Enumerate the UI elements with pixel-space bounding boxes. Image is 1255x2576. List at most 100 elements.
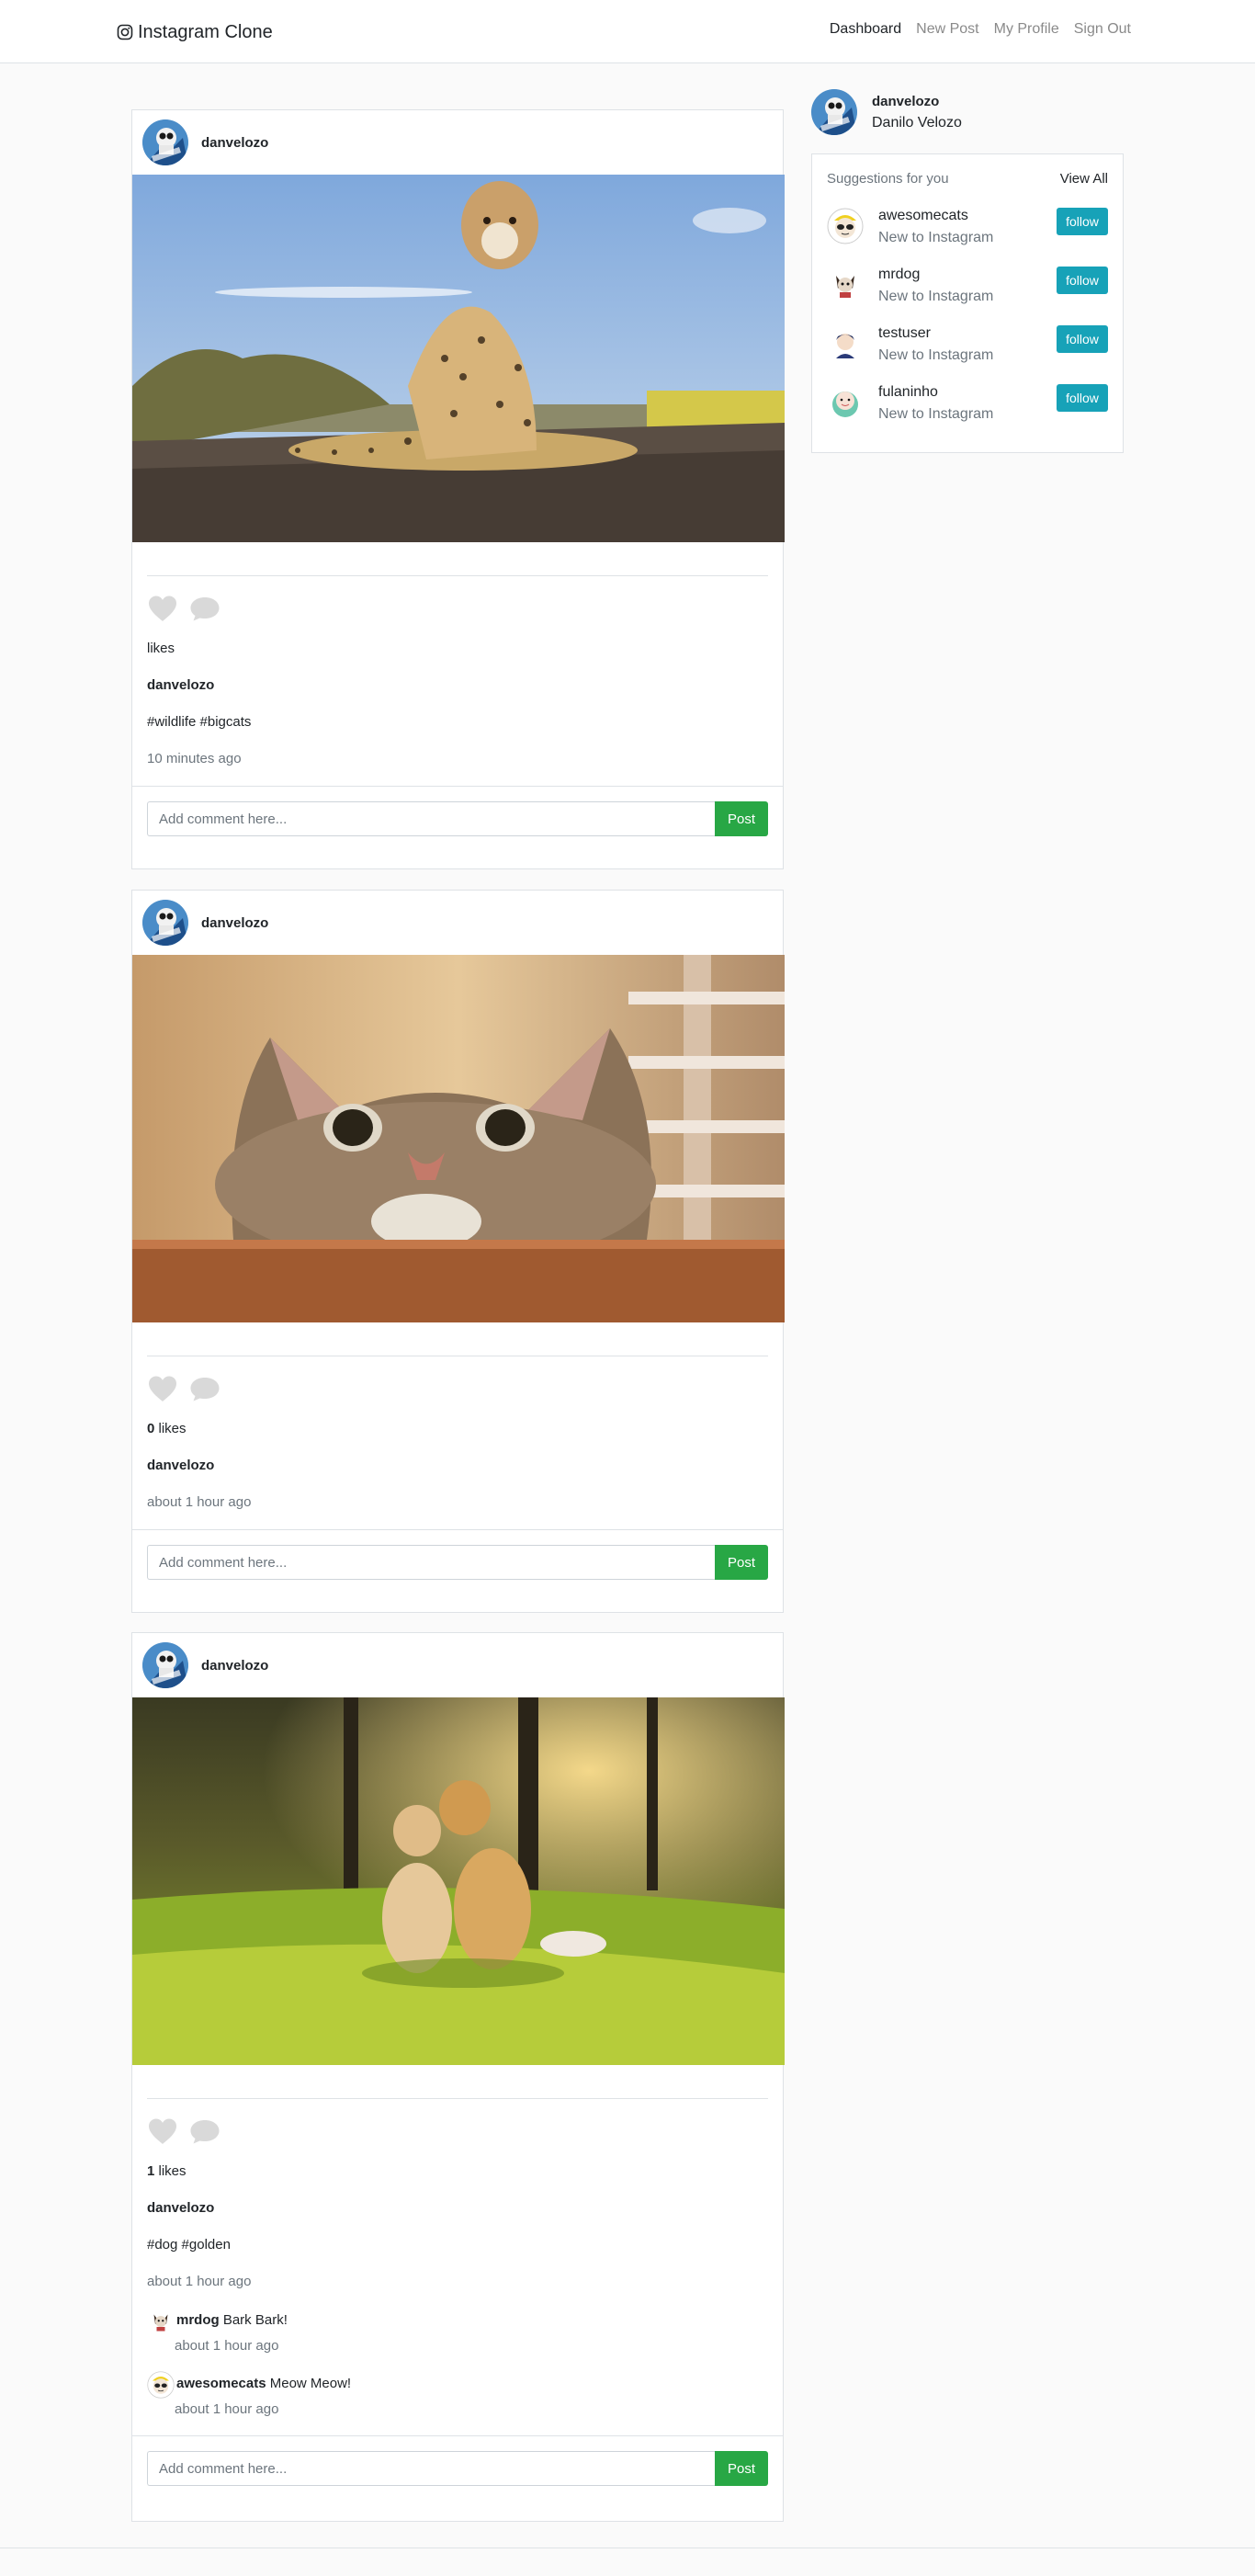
profile-username[interactable]: danvelozo bbox=[872, 94, 962, 109]
comment-body: Bark Bark! bbox=[219, 2312, 288, 2328]
suggestion-username[interactable]: mrdog bbox=[878, 267, 1057, 283]
suggestion-item: testuser New to Instagram follow bbox=[827, 325, 1108, 364]
comment-icon[interactable] bbox=[189, 2117, 220, 2145]
comment-form: Post bbox=[132, 786, 783, 849]
post-caption: #wildlife #bigcats bbox=[147, 714, 252, 730]
post-body: likes danvelozo #wildlife #bigcats 10 mi… bbox=[132, 542, 783, 786]
divider bbox=[147, 575, 768, 576]
comment-input[interactable] bbox=[147, 1545, 715, 1580]
suggestion-item: awesomecats New to Instagram follow bbox=[827, 208, 1108, 246]
current-user-profile: danvelozo Danilo Velozo bbox=[811, 89, 962, 135]
suggestion-username[interactable]: awesomecats bbox=[878, 208, 1057, 224]
post-author[interactable]: danvelozo bbox=[147, 1458, 768, 1474]
suggestion-info: testuser New to Instagram bbox=[878, 325, 1057, 364]
avatar[interactable] bbox=[142, 900, 188, 946]
profile-avatar[interactable] bbox=[811, 89, 857, 135]
comment-user[interactable]: awesomecats bbox=[176, 2376, 266, 2391]
suggestion-info: fulaninho New to Instagram bbox=[878, 384, 1057, 423]
suggestions-panel: Suggestions for you View All awesomecats… bbox=[811, 153, 1124, 453]
post-image bbox=[132, 955, 785, 1322]
post-username[interactable]: danvelozo bbox=[201, 1658, 268, 1674]
post-caption: #dog #golden bbox=[147, 2237, 231, 2253]
comment-user[interactable]: mrdog bbox=[176, 2312, 220, 2328]
profile-info: danvelozo Danilo Velozo bbox=[872, 94, 962, 131]
avatar[interactable] bbox=[142, 119, 188, 165]
nav-sign-out[interactable]: Sign Out bbox=[1074, 21, 1131, 38]
comment-item: awesomecats Meow Meow! about 1 hour ago bbox=[147, 2376, 768, 2417]
avatar[interactable] bbox=[142, 1642, 188, 1688]
comment-time: about 1 hour ago bbox=[175, 2401, 279, 2417]
post-username[interactable]: danvelozo bbox=[201, 915, 268, 931]
post-image bbox=[132, 1697, 785, 2065]
view-all-link[interactable]: View All bbox=[1060, 171, 1108, 187]
likes-count: likes bbox=[147, 641, 768, 657]
post-body: 0 likes danvelozo about 1 hour ago bbox=[132, 1322, 783, 1529]
suggestion-avatar[interactable] bbox=[827, 384, 864, 421]
post-time: 10 minutes ago bbox=[147, 751, 242, 766]
suggestions-title: Suggestions for you bbox=[827, 170, 949, 187]
heart-icon[interactable] bbox=[147, 2117, 178, 2145]
suggestion-info: mrdog New to Instagram bbox=[878, 267, 1057, 305]
post-comment-button[interactable]: Post bbox=[715, 801, 768, 836]
likes-count: 0 likes bbox=[147, 1421, 768, 1437]
post-author[interactable]: danvelozo bbox=[147, 677, 768, 694]
comment-input[interactable] bbox=[147, 801, 715, 836]
comment-form: Post bbox=[132, 1529, 783, 1593]
comment-time: about 1 hour ago bbox=[175, 2338, 279, 2354]
post-image bbox=[132, 175, 785, 542]
nav-my-profile[interactable]: My Profile bbox=[994, 21, 1059, 38]
nav-dashboard[interactable]: Dashboard bbox=[830, 21, 901, 38]
suggestion-avatar[interactable] bbox=[827, 267, 864, 303]
heart-icon[interactable] bbox=[147, 1375, 178, 1402]
post-comment-button[interactable]: Post bbox=[715, 1545, 768, 1580]
comment-input[interactable] bbox=[147, 2451, 715, 2486]
post-actions bbox=[147, 595, 768, 622]
post-header: danvelozo bbox=[132, 110, 783, 175]
post-comment-button[interactable]: Post bbox=[715, 2451, 768, 2486]
post-header: danvelozo bbox=[132, 891, 783, 955]
heart-icon[interactable] bbox=[147, 595, 178, 622]
post-username[interactable]: danvelozo bbox=[201, 135, 268, 151]
comment-icon[interactable] bbox=[189, 595, 220, 622]
post-card: danvelozo bbox=[131, 109, 785, 869]
follow-button[interactable]: follow bbox=[1057, 208, 1108, 235]
suggestion-avatar[interactable] bbox=[827, 208, 864, 244]
suggestion-username[interactable]: fulaninho bbox=[878, 384, 1057, 401]
suggestion-subtitle: New to Instagram bbox=[878, 347, 994, 363]
comment-avatar[interactable] bbox=[147, 2371, 175, 2399]
suggestion-subtitle: New to Instagram bbox=[878, 289, 994, 304]
suggestion-info: awesomecats New to Instagram bbox=[878, 208, 1057, 246]
comment-icon[interactable] bbox=[189, 1375, 220, 1402]
suggestion-username[interactable]: testuser bbox=[878, 325, 1057, 342]
suggestion-item: fulaninho New to Instagram follow bbox=[827, 384, 1108, 423]
suggestion-item: mrdog New to Instagram follow bbox=[827, 267, 1108, 305]
comment-item: mrdog Bark Bark! about 1 hour ago bbox=[147, 2312, 768, 2354]
comment-body: Meow Meow! bbox=[266, 2376, 352, 2391]
likes-label: likes bbox=[147, 641, 175, 656]
post-author[interactable]: danvelozo bbox=[147, 2200, 768, 2217]
nav-new-post[interactable]: New Post bbox=[916, 21, 978, 38]
brand-link[interactable]: Instagram Clone bbox=[117, 18, 273, 46]
navbar: Instagram Clone Dashboard New Post My Pr… bbox=[0, 0, 1255, 63]
likes-label: likes bbox=[154, 2163, 187, 2179]
suggestions-list: awesomecats New to Instagram follow mrdo… bbox=[827, 208, 1108, 423]
divider bbox=[147, 2098, 768, 2099]
profile-full-name: Danilo Velozo bbox=[872, 114, 962, 131]
comment-form: Post bbox=[132, 2435, 783, 2499]
post-time: about 1 hour ago bbox=[147, 1494, 252, 1510]
post-body: 1 likes danvelozo #dog #golden about 1 h… bbox=[132, 2065, 783, 2435]
post-card: danvelozo bbox=[131, 1632, 785, 2522]
follow-button[interactable]: follow bbox=[1057, 384, 1108, 412]
likes-count: 1 likes bbox=[147, 2163, 768, 2180]
suggestions-header: Suggestions for you View All bbox=[827, 169, 1108, 187]
comment-avatar[interactable] bbox=[147, 2308, 175, 2335]
post-header: danvelozo bbox=[132, 1633, 783, 1697]
comment-text: mrdog Bark Bark! bbox=[176, 2312, 288, 2329]
nav-links: Dashboard New Post My Profile Sign Out bbox=[830, 21, 1131, 38]
follow-button[interactable]: follow bbox=[1057, 325, 1108, 353]
suggestion-avatar[interactable] bbox=[827, 325, 864, 362]
comment-text: awesomecats Meow Meow! bbox=[176, 2376, 351, 2392]
post-actions bbox=[147, 2117, 768, 2145]
post-time: about 1 hour ago bbox=[147, 2274, 252, 2289]
follow-button[interactable]: follow bbox=[1057, 267, 1108, 294]
